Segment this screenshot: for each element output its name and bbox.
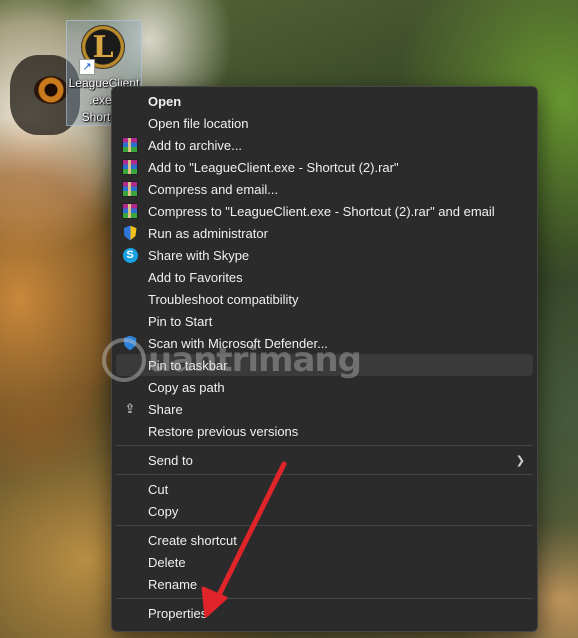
menu-item-label: Cut bbox=[148, 481, 169, 497]
menu-item-cut[interactable]: Cut bbox=[116, 478, 533, 500]
menu-separator bbox=[116, 598, 533, 599]
menu-item-label: Scan with Microsoft Defender... bbox=[148, 335, 328, 351]
menu-separator bbox=[116, 474, 533, 475]
menu-item-rename[interactable]: Rename bbox=[116, 573, 533, 595]
menu-item-label: Compress and email... bbox=[148, 181, 279, 197]
menu-item-label: Add to archive... bbox=[148, 137, 242, 153]
menu-item-add-to-favorites[interactable]: Add to Favorites bbox=[116, 266, 533, 288]
menu-item-label: Pin to taskbar bbox=[148, 357, 228, 373]
menu-item-open[interactable]: Open bbox=[116, 90, 533, 112]
menu-item-scan-with-defender[interactable]: Scan with Microsoft Defender... bbox=[116, 332, 533, 354]
menu-item-label: Share bbox=[148, 401, 183, 417]
menu-item-pin-to-taskbar[interactable]: Pin to taskbar bbox=[116, 354, 533, 376]
menu-item-troubleshoot-compatibility[interactable]: Troubleshoot compatibility bbox=[116, 288, 533, 310]
winrar-icon bbox=[122, 137, 138, 153]
menu-item-label: Copy as path bbox=[148, 379, 225, 395]
menu-item-restore-previous-versions[interactable]: Restore previous versions bbox=[116, 420, 533, 442]
menu-item-label: Add to Favorites bbox=[148, 269, 243, 285]
menu-item-share[interactable]: ⇪ Share bbox=[116, 398, 533, 420]
menu-item-delete[interactable]: Delete bbox=[116, 551, 533, 573]
menu-item-label: Open file location bbox=[148, 115, 249, 131]
menu-item-create-shortcut[interactable]: Create shortcut bbox=[116, 529, 533, 551]
menu-item-label: Run as administrator bbox=[148, 225, 268, 241]
share-icon: ⇪ bbox=[124, 401, 136, 416]
menu-item-open-file-location[interactable]: Open file location bbox=[116, 112, 533, 134]
menu-item-label: Add to "LeagueClient.exe - Shortcut (2).… bbox=[148, 159, 399, 175]
winrar-icon bbox=[122, 181, 138, 197]
wallpaper-detail bbox=[34, 76, 68, 104]
menu-item-copy[interactable]: Copy bbox=[116, 500, 533, 522]
menu-separator bbox=[116, 525, 533, 526]
menu-item-add-to-archive[interactable]: Add to archive... bbox=[116, 134, 533, 156]
winrar-icon bbox=[122, 159, 138, 175]
menu-item-copy-as-path[interactable]: Copy as path bbox=[116, 376, 533, 398]
menu-item-label: Copy bbox=[148, 503, 179, 519]
menu-item-label: Restore previous versions bbox=[148, 423, 299, 439]
shortcut-arrow-icon: ↗ bbox=[79, 59, 95, 75]
uac-shield-icon bbox=[123, 225, 137, 241]
menu-item-pin-to-start[interactable]: Pin to Start bbox=[116, 310, 533, 332]
winrar-icon bbox=[122, 203, 138, 219]
skype-icon: S bbox=[122, 247, 138, 263]
menu-item-label: Create shortcut bbox=[148, 532, 237, 548]
context-menu: Open Open file location Add to archive..… bbox=[111, 86, 538, 632]
menu-separator bbox=[116, 445, 533, 446]
menu-item-label: Troubleshoot compatibility bbox=[148, 291, 299, 307]
menu-item-share-with-skype[interactable]: S Share with Skype bbox=[116, 244, 533, 266]
menu-item-properties[interactable]: Properties bbox=[116, 602, 533, 624]
chevron-right-icon: ❯ bbox=[515, 454, 525, 467]
menu-item-label: Compress to "LeagueClient.exe - Shortcut… bbox=[148, 203, 495, 219]
menu-item-label: Send to bbox=[148, 452, 193, 468]
menu-item-label: Delete bbox=[148, 554, 186, 570]
menu-item-label: Rename bbox=[148, 576, 198, 592]
menu-item-add-to-rar[interactable]: Add to "LeagueClient.exe - Shortcut (2).… bbox=[116, 156, 533, 178]
menu-item-label: Pin to Start bbox=[148, 313, 213, 329]
menu-item-send-to[interactable]: Send to ❯ bbox=[116, 449, 533, 471]
menu-item-label: Properties bbox=[148, 605, 208, 621]
menu-item-label: Open bbox=[148, 93, 182, 109]
menu-item-label: Share with Skype bbox=[148, 247, 250, 263]
menu-item-run-as-administrator[interactable]: Run as administrator bbox=[116, 222, 533, 244]
defender-icon bbox=[123, 335, 137, 351]
menu-item-compress-to-rar-and-email[interactable]: Compress to "LeagueClient.exe - Shortcut… bbox=[116, 200, 533, 222]
menu-item-compress-and-email[interactable]: Compress and email... bbox=[116, 178, 533, 200]
